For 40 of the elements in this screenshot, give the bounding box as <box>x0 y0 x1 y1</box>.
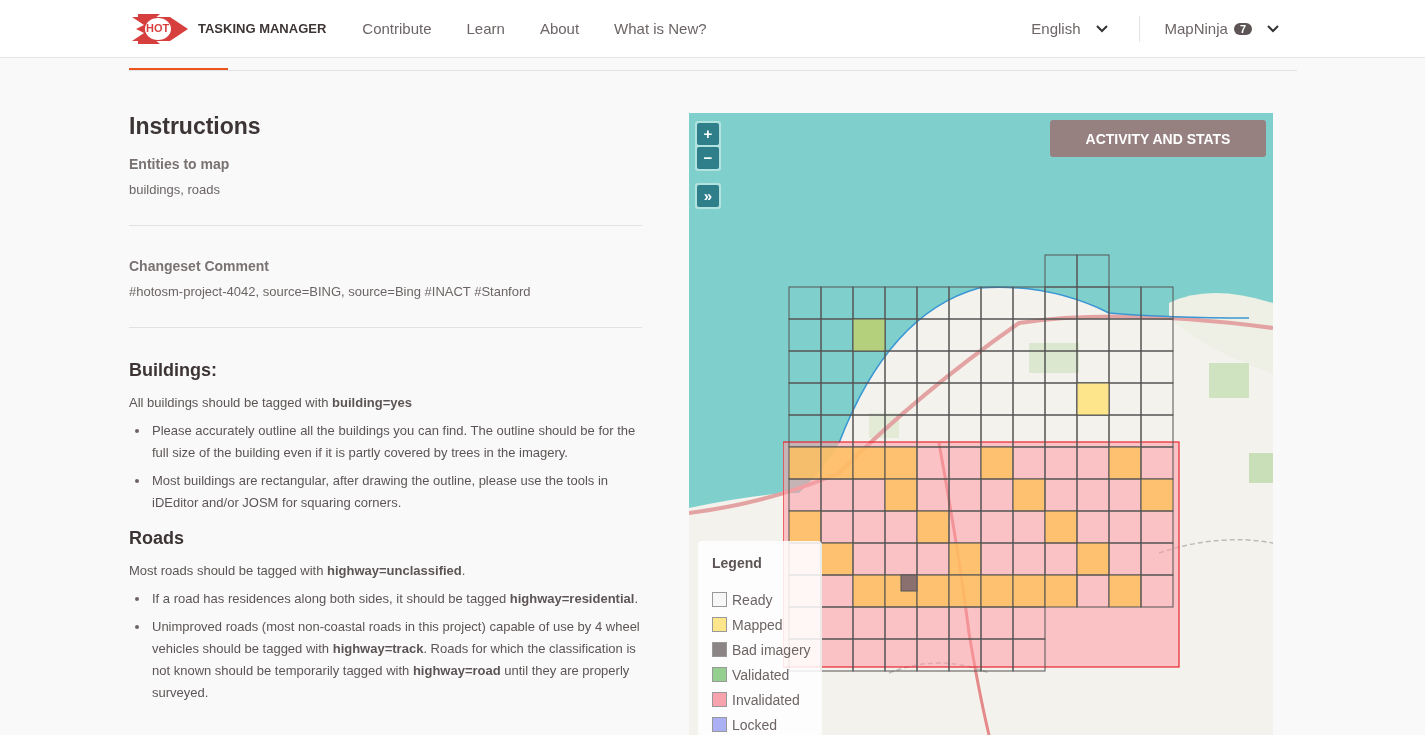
logo-text: HOT <box>146 21 170 34</box>
section-title: Instructions <box>129 113 262 140</box>
legend-label: Ready <box>732 591 773 608</box>
field-value: buildings, roads <box>129 182 222 197</box>
nav-link[interactable]: Contribute <box>362 20 432 37</box>
zoom-in-button[interactable]: + <box>697 123 719 145</box>
activity-button[interactable]: ACTIVITY AND STATS <box>1050 120 1266 157</box>
caret-icon <box>1094 23 1109 34</box>
bullet-icon <box>135 625 139 629</box>
nav-link[interactable]: What is New? <box>614 20 707 37</box>
logo[interactable]: HOT TASKING MANAGER <box>130 10 327 47</box>
field-value: #hotosm-project-4042, source=BING, source=Bing #INACT #Stanford <box>129 284 532 299</box>
bullet-icon <box>135 597 139 601</box>
section-heading: Buildings: <box>129 360 218 381</box>
bullet-icon <box>135 479 139 483</box>
legend-title: Legend <box>712 555 763 571</box>
legend-label: Bad imagery <box>732 641 811 658</box>
caret-icon <box>1266 23 1280 34</box>
legend-label: Invalidated <box>732 691 800 708</box>
legend-label: Mapped <box>732 616 783 633</box>
nav-link[interactable]: Learn <box>466 20 505 37</box>
list-item: Most buildings are rectangular, after drawing the outline, please use the tools in iDEditor and/or JOSM for squaring corners. <box>152 472 609 512</box>
brand-name: TASKING MANAGER <box>198 21 327 36</box>
nav-link[interactable]: About <box>539 20 580 37</box>
legend-label: Locked <box>732 716 778 733</box>
bullet-icon <box>135 429 139 433</box>
field-label: Changeset Comment <box>129 258 271 274</box>
section-heading: Roads <box>129 528 185 549</box>
legend-label: Validated <box>732 666 790 683</box>
language-dropdown[interactable]: English <box>1031 20 1109 37</box>
list-item: Please accurately outline all the buildings you can find. The outline should be for the full size of the building even if it is partly covered by trees in the imagery. <box>152 422 637 462</box>
paragraph: All buildings should be tagged with building=yes <box>129 395 413 410</box>
field-label: Entities to map <box>129 156 231 172</box>
expand-button[interactable]: » <box>697 185 719 207</box>
user-menu[interactable]: MapNinja 7 <box>1164 20 1280 37</box>
notification-count: 7 <box>1233 22 1252 35</box>
paragraph: Most roads should be tagged with highway=unclassified. <box>129 563 467 578</box>
zoom-out-button[interactable]: − <box>697 147 719 169</box>
list-item: Unimproved roads (most non-coastal roads in this project) capable of use by 4 wheel vehicles should be tagged with highway=track. Roads for which the classification is not known should be temporarily tagged with highway=road until they are properly surveyed. <box>152 618 641 702</box>
list-item: If a road has residences along both sides, it should be tagged highway=residential. <box>152 590 638 608</box>
